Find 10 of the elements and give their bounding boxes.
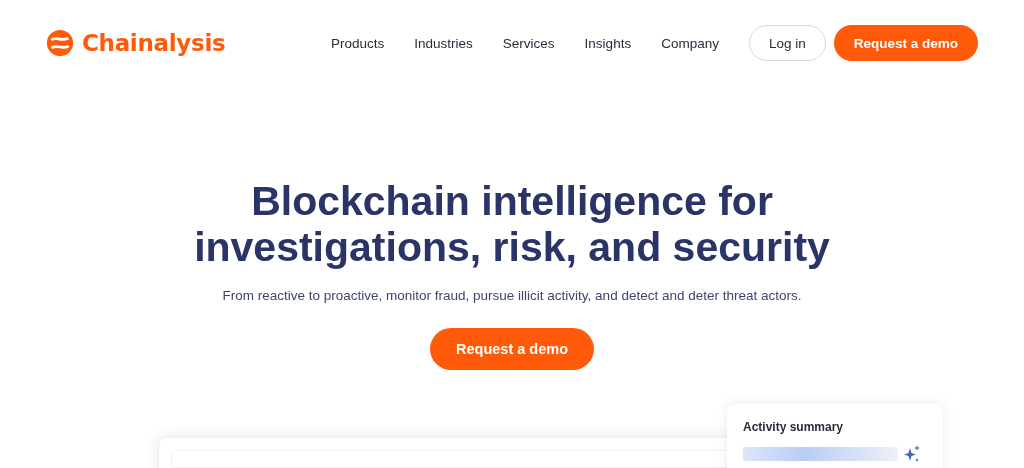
nav-link[interactable]: Industries [414, 35, 473, 51]
login-button[interactable]: Log in [748, 25, 826, 61]
hero-heading: Blockchain intelligence for investigations, risk, and security [194, 178, 830, 270]
nav-link[interactable]: Products [331, 35, 385, 51]
nav-link[interactable]: Company [661, 35, 719, 51]
nav-link[interactable]: Insights [584, 35, 632, 51]
activity-title: Activity summary [743, 420, 845, 434]
nav-link[interactable]: Services [502, 35, 555, 51]
hero-subtitle: From reactive to proactive, monitor fraud, pursue illicit activity, and detect and deter threat actors. [222, 288, 802, 303]
logo-icon [45, 28, 75, 58]
